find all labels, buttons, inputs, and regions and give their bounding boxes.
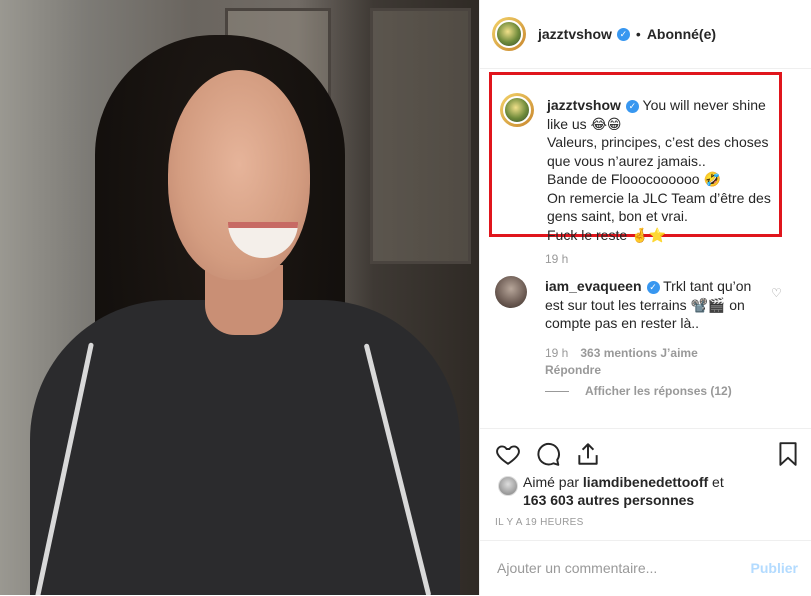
comment-composer: Publier: [480, 540, 811, 596]
comment-input[interactable]: [495, 556, 739, 580]
caption-highlight-box: jazztvshow ✓ You will never shine like us…: [489, 72, 782, 243]
likes-conjunction: et: [712, 474, 724, 490]
caption-username[interactable]: jazztvshow: [547, 97, 621, 113]
view-replies-button[interactable]: Afficher les réponses (12): [545, 384, 732, 398]
comment-icon[interactable]: [535, 441, 561, 467]
follow-status-button[interactable]: Abonné(e): [647, 26, 716, 42]
comment-text: iam_evaqueen ✓ Trkl tant qu’on est sur to…: [545, 277, 760, 333]
post-photo[interactable]: [0, 0, 479, 595]
commenter-avatar[interactable]: [495, 276, 527, 308]
photo-shirt: [30, 300, 460, 595]
separator-dot: •: [635, 26, 641, 42]
replies-divider: [545, 390, 569, 392]
verified-badge-icon: ✓: [616, 27, 630, 41]
reply-button[interactable]: Répondre: [545, 363, 601, 377]
likes-prefix: Aimé par: [523, 474, 580, 490]
comment-meta: 19 h 363 mentions J’aime: [545, 346, 698, 360]
caption-line: Bande de Flooocoooooo 🤣: [547, 171, 721, 187]
publish-button[interactable]: Publier: [751, 560, 798, 576]
view-replies-label: Afficher les réponses (12): [585, 384, 732, 398]
caption-text: jazztvshow ✓ You will never shine like us…: [547, 96, 772, 244]
author-username[interactable]: jazztvshow: [538, 26, 612, 42]
likes-text: Aimé par liamdibenedettooff et 163 603 a…: [523, 473, 783, 509]
verified-badge-icon: ✓: [625, 99, 639, 113]
post-timestamp[interactable]: IL Y A 19 HEURES: [495, 517, 584, 528]
caption-line: Valeurs, principes, c’est des choses que…: [547, 134, 769, 169]
bookmark-icon[interactable]: [775, 441, 801, 467]
comment-time[interactable]: 19 h: [545, 346, 568, 360]
liker-avatar[interactable]: [498, 476, 518, 496]
comment-like-heart-icon[interactable]: ♡: [771, 286, 782, 300]
share-icon[interactable]: [575, 441, 601, 467]
caption-line: On remercie la JLC Team d’être des gens …: [547, 189, 771, 225]
post-side-panel: jazztvshow ✓ • Abonné(e) jazztvshow ✓ You…: [479, 0, 811, 595]
verified-badge-icon: ✓: [646, 280, 660, 294]
post-actions-bar: [480, 428, 811, 473]
heart-icon[interactable]: [495, 441, 521, 467]
post-header: jazztvshow ✓ • Abonné(e): [480, 0, 811, 69]
likes-summary: Aimé par liamdibenedettooff et 163 603 a…: [495, 472, 795, 512]
comments-list[interactable]: jazztvshow ✓ You will never shine like us…: [480, 69, 811, 424]
commenter-username[interactable]: iam_evaqueen: [545, 278, 642, 294]
caption-author-avatar[interactable]: [500, 93, 534, 127]
likes-others-count[interactable]: 163 603 autres personnes: [523, 492, 694, 508]
caption-time[interactable]: 19 h: [545, 252, 568, 266]
caption-line: Fuck le reste 🤞⭐: [547, 226, 666, 243]
author-avatar[interactable]: [492, 17, 526, 51]
comment-likes-count[interactable]: 363 mentions J’aime: [580, 346, 697, 360]
liker-username[interactable]: liamdibenedettooff: [583, 474, 708, 490]
background-window: [370, 8, 471, 264]
